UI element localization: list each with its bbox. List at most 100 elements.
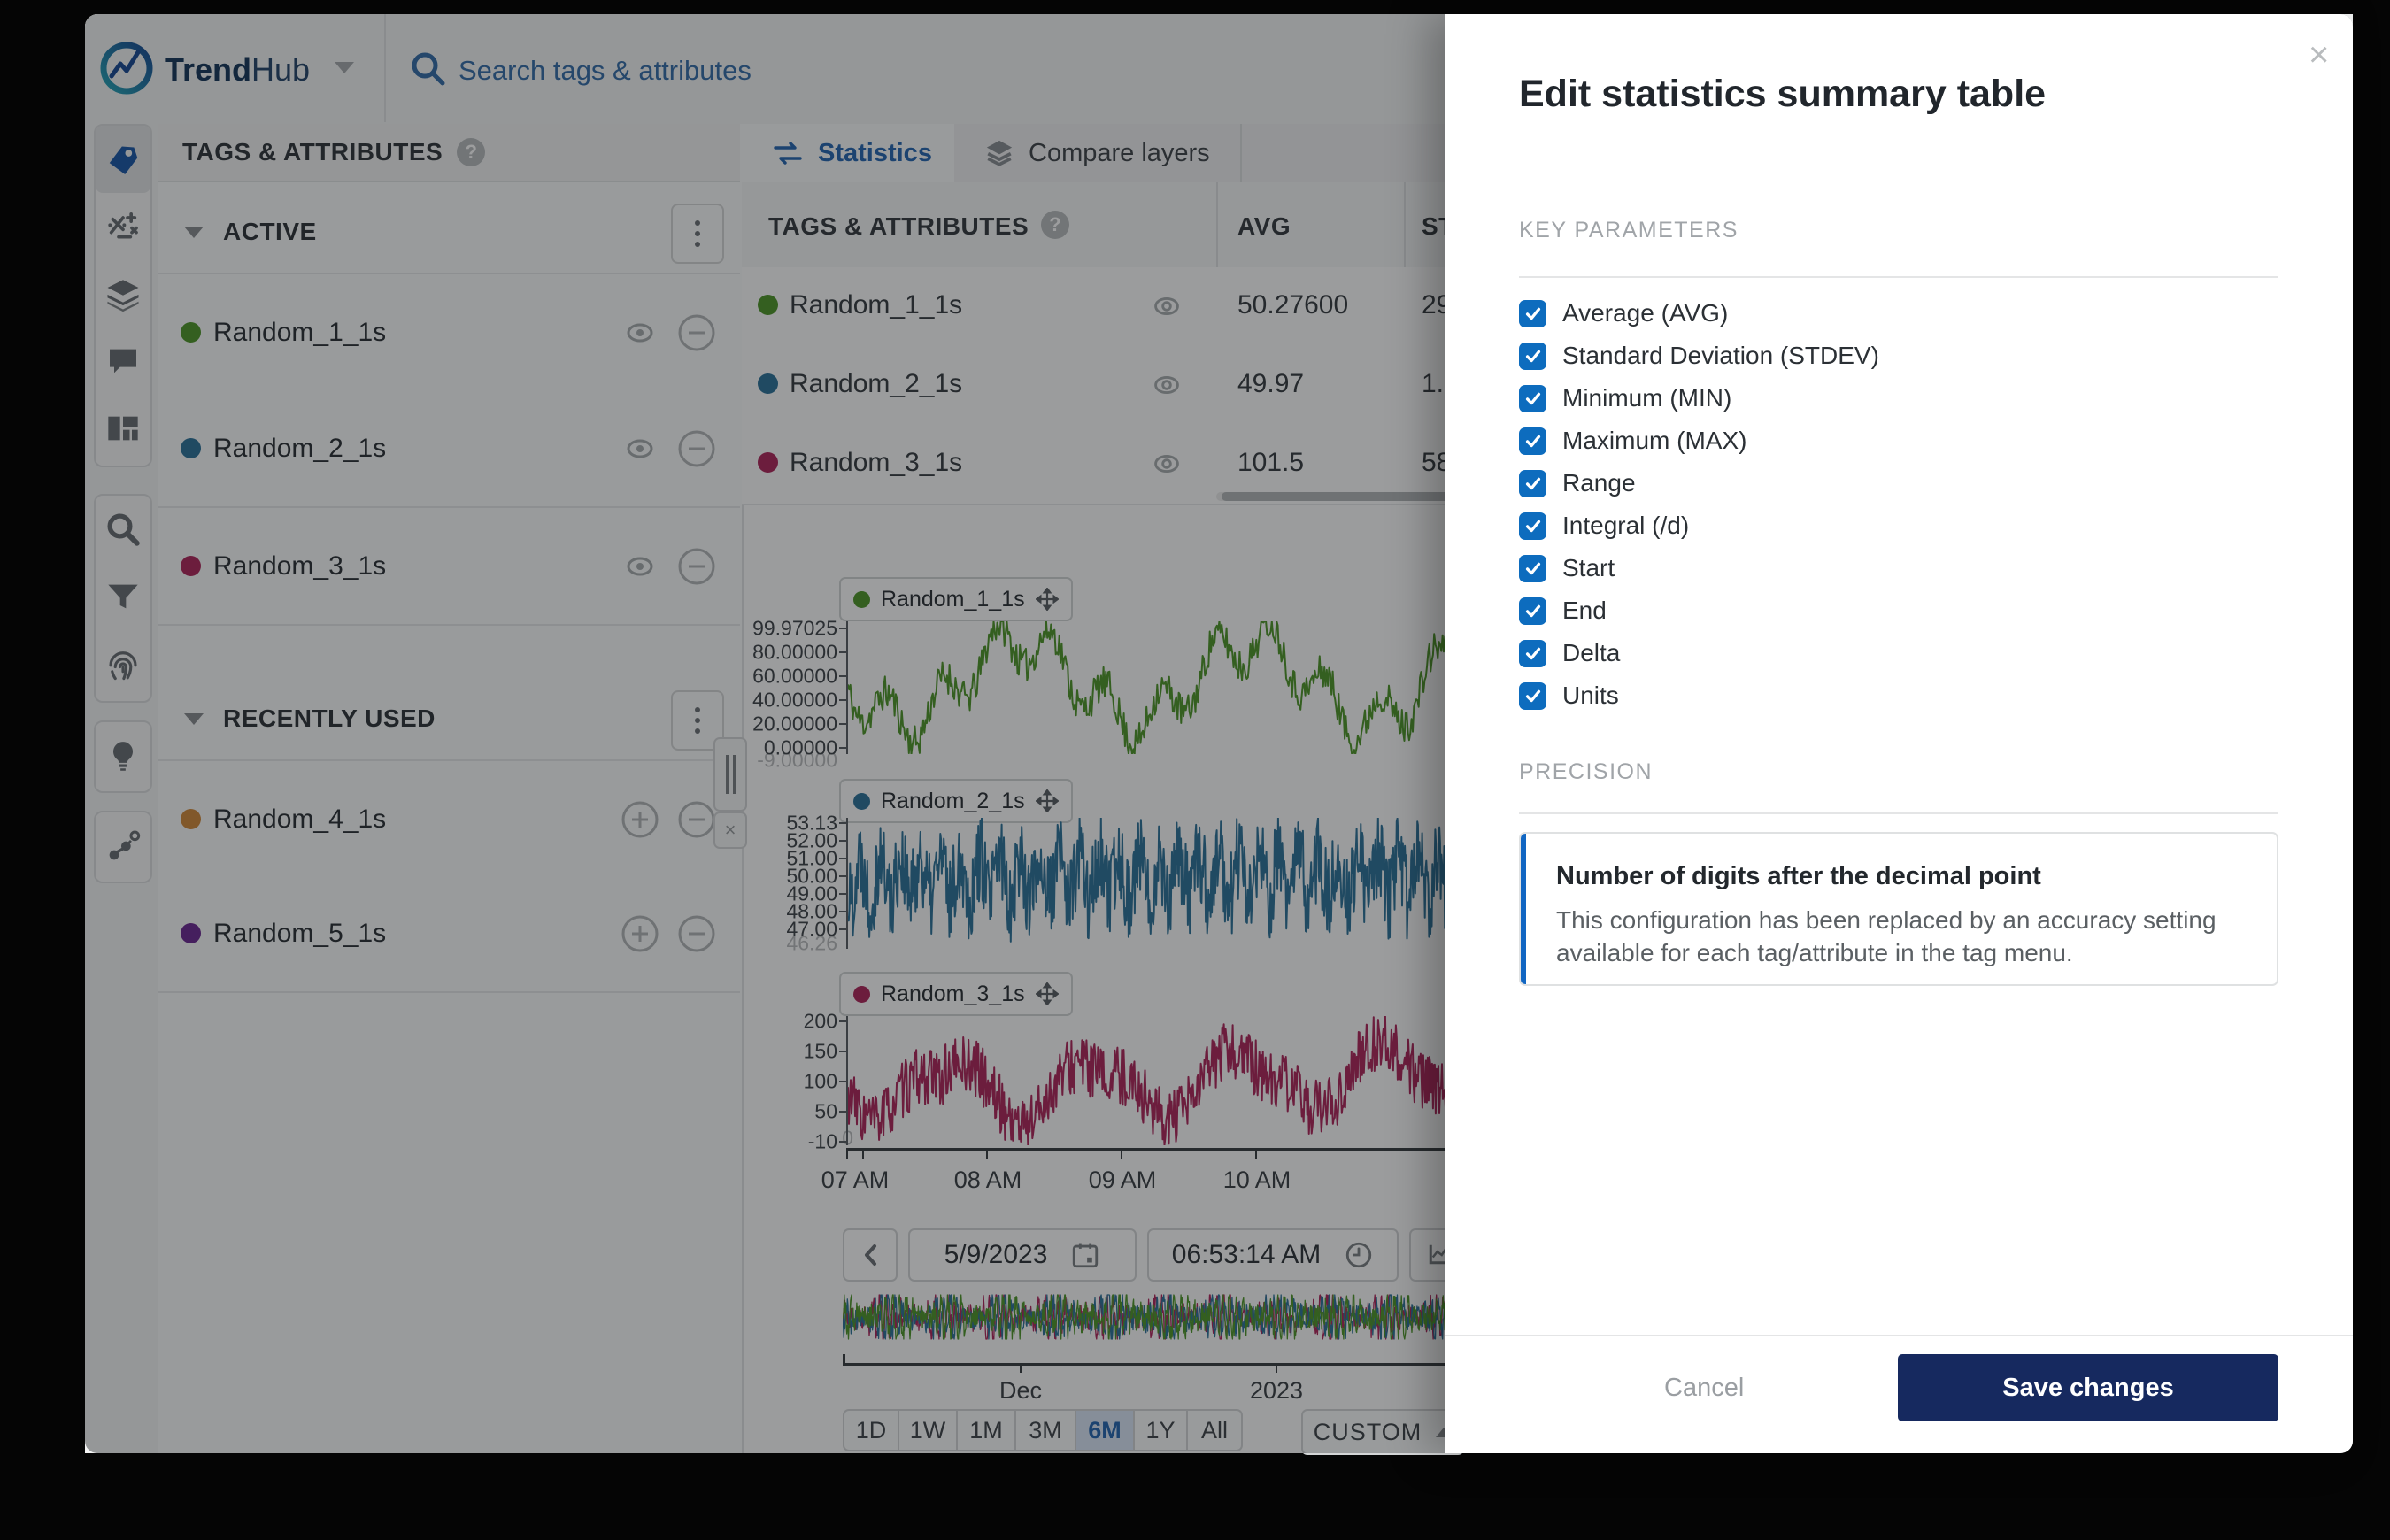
section-label: RECENTLY USED (223, 705, 436, 733)
sidebar-item-dashboard[interactable] (96, 395, 150, 462)
checkbox-row[interactable]: Integral (/d) (1519, 504, 1879, 547)
checkbox-checked-icon[interactable] (1519, 640, 1546, 667)
checkbox-row[interactable]: Minimum (MIN) (1519, 377, 1879, 420)
move-icon[interactable] (1036, 789, 1059, 812)
nav-previous-button[interactable] (843, 1228, 898, 1282)
rail-group-4 (94, 811, 152, 883)
list-item-random-3[interactable]: Random_3_1s (158, 508, 740, 626)
list-item-random-2[interactable]: Random_2_1s (158, 390, 740, 508)
sidebar-item-insights[interactable] (96, 722, 150, 789)
checkbox-row[interactable]: End (1519, 589, 1879, 632)
checkbox-checked-icon[interactable] (1519, 555, 1546, 582)
move-icon[interactable] (1036, 588, 1059, 611)
list-item-random-1[interactable]: Random_1_1s (158, 273, 740, 392)
range-button-1m[interactable]: 1M (958, 1409, 1016, 1451)
section-header-recently-used[interactable]: RECENTLY USED (184, 705, 436, 733)
visibility-eye-icon[interactable] (1147, 444, 1186, 483)
checkbox-checked-icon[interactable] (1519, 427, 1546, 455)
add-plus-icon[interactable] (620, 913, 660, 954)
kebab-icon (695, 707, 700, 734)
sidebar-item-comments[interactable] (96, 327, 150, 395)
remove-minus-icon[interactable] (676, 799, 717, 840)
visibility-eye-icon[interactable] (620, 546, 660, 587)
x-axis (846, 1148, 1468, 1151)
list-item-random-4[interactable]: Random_4_1s (158, 759, 740, 879)
chart-random-1[interactable] (848, 621, 1468, 754)
checkbox-checked-icon[interactable] (1519, 343, 1546, 370)
checkbox-row[interactable]: Range (1519, 462, 1879, 504)
y-tick-ghost: 0 (740, 1127, 853, 1151)
checkbox-checked-icon[interactable] (1519, 682, 1546, 710)
chart-legend-chip[interactable]: Random_2_1s (839, 779, 1073, 823)
tab-compare-layers[interactable]: Compare layers (954, 124, 1242, 182)
checkbox-row[interactable]: Average (AVG) (1519, 292, 1879, 335)
checkbox-checked-icon[interactable] (1519, 512, 1546, 540)
help-icon[interactable]: ? (1041, 211, 1069, 239)
sidebar-item-layers[interactable] (96, 260, 150, 327)
time-field[interactable]: 06:53:14 AM (1147, 1228, 1399, 1282)
filter-icon (105, 579, 141, 614)
chart-random-2[interactable] (848, 818, 1468, 949)
help-icon[interactable]: ? (457, 138, 485, 166)
header-divider (384, 14, 386, 122)
sidebar-item-tags[interactable] (96, 126, 150, 193)
rail-group-1 (94, 124, 152, 467)
range-button-all[interactable]: All (1188, 1409, 1243, 1451)
date-field[interactable]: 5/9/2023 (908, 1228, 1137, 1282)
brand-chevron-down-icon[interactable] (335, 62, 354, 73)
cancel-button[interactable]: Cancel (1664, 1374, 1744, 1403)
context-overview-strip[interactable] (843, 1294, 1468, 1340)
remove-minus-icon[interactable] (676, 428, 717, 469)
close-icon[interactable]: × (2309, 37, 2329, 73)
save-button[interactable]: Save changes (1898, 1354, 2278, 1421)
chart-legend-chip[interactable]: Random_3_1s (839, 972, 1073, 1016)
visibility-eye-icon[interactable] (620, 428, 660, 469)
search-input[interactable]: Search tags & attributes (459, 55, 752, 87)
comment-icon (105, 343, 141, 379)
section-header-active[interactable]: ACTIVE (184, 218, 317, 246)
sidebar-item-fingerprint[interactable] (96, 630, 150, 697)
remove-minus-icon[interactable] (676, 546, 717, 587)
sidebar-item-filter[interactable] (96, 563, 150, 630)
visibility-eye-icon[interactable] (1147, 366, 1186, 404)
checkbox-row[interactable]: Start (1519, 547, 1879, 589)
remove-minus-icon[interactable] (676, 913, 717, 954)
sidebar-item-ml[interactable] (96, 812, 150, 880)
checkbox-row[interactable]: Standard Deviation (STDEV) (1519, 335, 1879, 377)
chart-random-3[interactable] (848, 1016, 1468, 1145)
checkbox-checked-icon[interactable] (1519, 385, 1546, 412)
list-item-random-5[interactable]: Random_5_1s (158, 875, 740, 993)
divider (1519, 812, 2278, 814)
checkbox-row[interactable]: Units (1519, 674, 1879, 717)
checkbox-row[interactable]: Maximum (MAX) (1519, 420, 1879, 462)
checkbox-row[interactable]: Delta (1519, 632, 1879, 674)
visibility-eye-icon[interactable] (1147, 287, 1186, 326)
row-tag-name: Random_1_1s (790, 290, 962, 320)
move-icon[interactable] (1036, 982, 1059, 1005)
visibility-eye-icon[interactable] (620, 312, 660, 353)
range-button-6m[interactable]: 6M (1076, 1409, 1135, 1451)
series-color-dot (181, 322, 201, 343)
series-color-dot (181, 438, 201, 458)
tag-name: Random_5_1s (213, 919, 386, 949)
series-color-dot (853, 591, 870, 608)
range-button-1y[interactable]: 1Y (1135, 1409, 1188, 1451)
chart-legend-chip[interactable]: Random_1_1s (839, 577, 1073, 621)
checkbox-checked-icon[interactable] (1519, 300, 1546, 327)
add-plus-icon[interactable] (620, 799, 660, 840)
custom-range-button[interactable]: CUSTOM (1301, 1409, 1464, 1455)
active-section-menu-button[interactable] (671, 204, 724, 264)
checkbox-checked-icon[interactable] (1519, 597, 1546, 625)
y-tick-label: 150 (724, 1040, 837, 1064)
timeline-label: Dec (999, 1377, 1042, 1405)
remove-minus-icon[interactable] (676, 312, 717, 353)
sidebar-item-search[interactable] (96, 496, 150, 563)
range-button-3m[interactable]: 3M (1016, 1409, 1076, 1451)
checkbox-checked-icon[interactable] (1519, 470, 1546, 497)
divider (1519, 276, 2278, 278)
range-button-1w[interactable]: 1W (899, 1409, 958, 1451)
scrollbar-thumb[interactable] (1222, 492, 1453, 501)
sidebar-item-calculations[interactable] (96, 193, 150, 260)
range-button-1d[interactable]: 1D (843, 1409, 899, 1451)
tab-statistics[interactable]: Statistics (742, 124, 964, 182)
